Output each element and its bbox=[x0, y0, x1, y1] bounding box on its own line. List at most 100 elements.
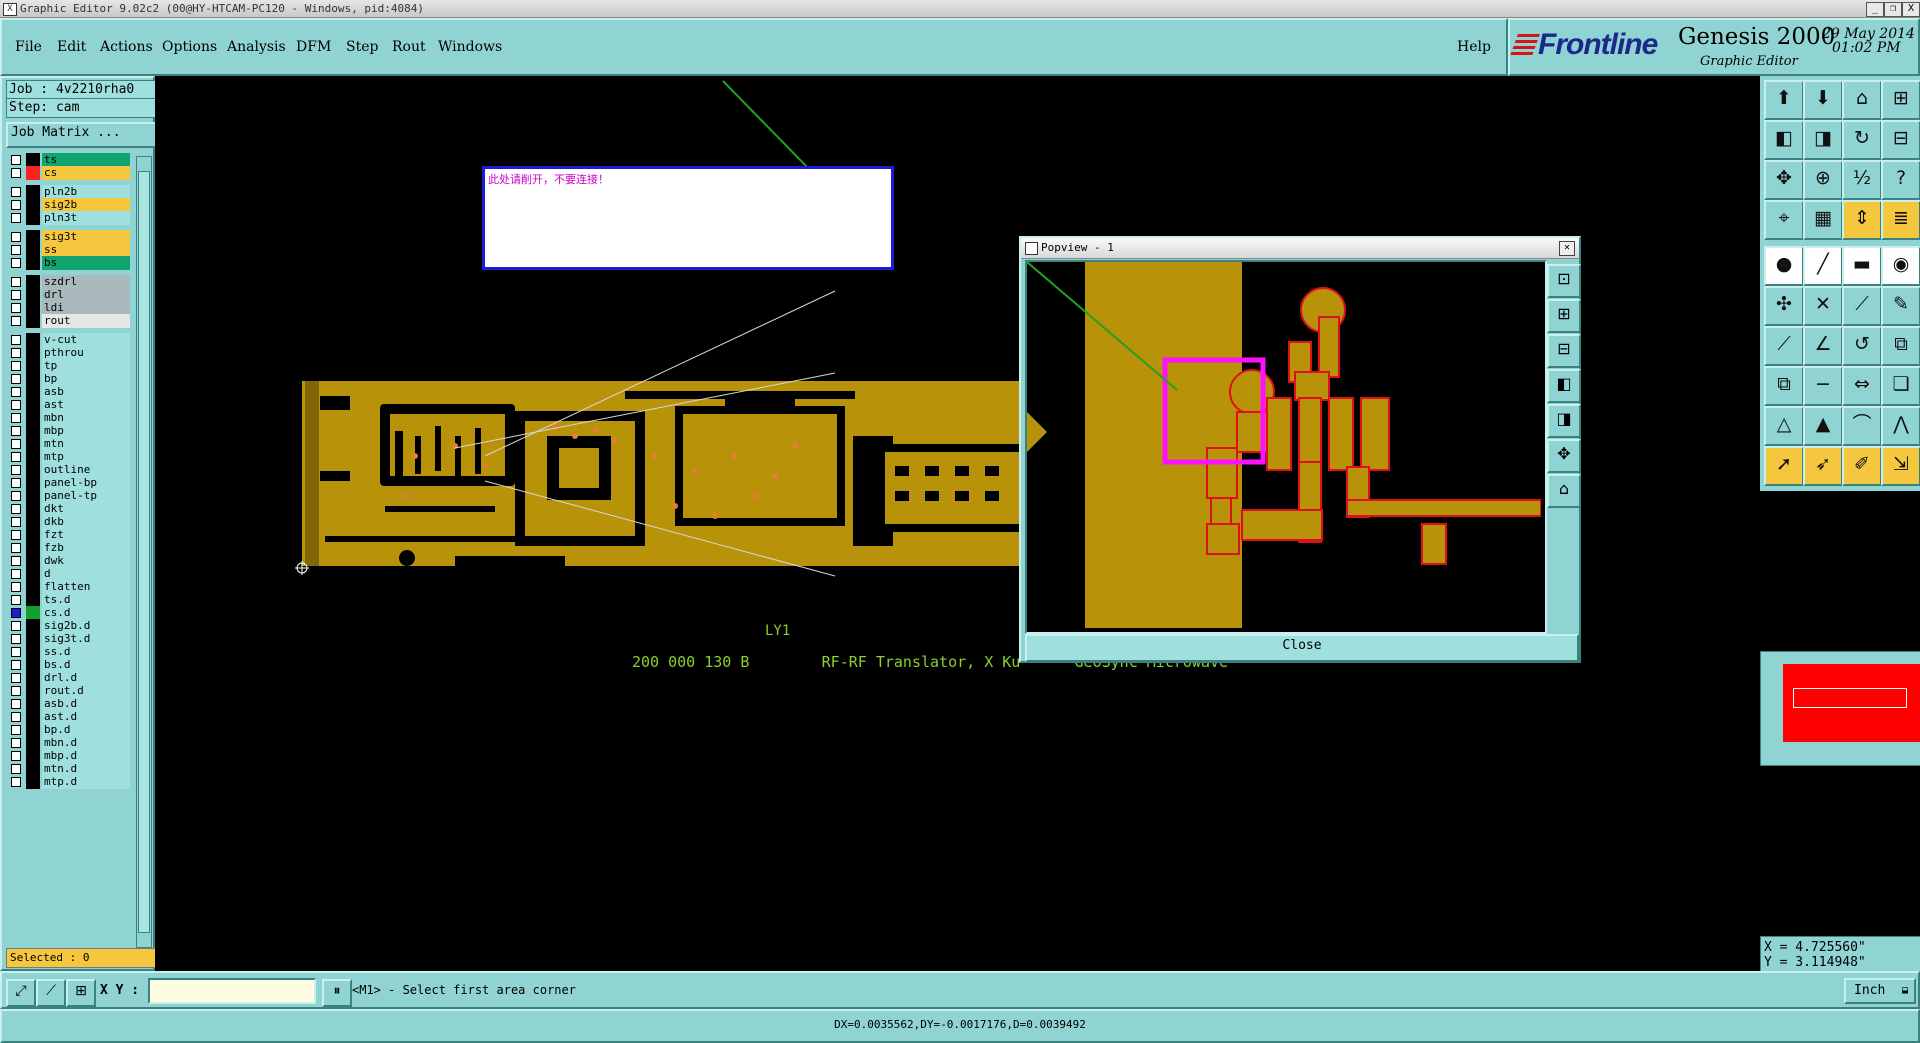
layer-row-pln2b[interactable]: pln2b bbox=[6, 185, 132, 199]
popview-close-button[interactable]: Close bbox=[1025, 634, 1579, 662]
layer-color-swatch[interactable] bbox=[26, 476, 40, 490]
layer-name[interactable]: tp bbox=[42, 359, 130, 373]
layer-row-pln3t[interactable]: pln3t bbox=[6, 211, 132, 225]
pan-left-icon[interactable]: ◧ bbox=[1764, 120, 1804, 160]
layer-name[interactable]: ldi bbox=[42, 301, 130, 315]
layer-checkbox[interactable] bbox=[11, 187, 21, 197]
layer-name[interactable]: cs bbox=[42, 166, 130, 180]
layer-name[interactable]: mtn bbox=[42, 437, 130, 451]
layer-row-dkt[interactable]: dkt bbox=[6, 502, 132, 516]
layer-row-panel-bp[interactable]: panel-bp bbox=[6, 476, 132, 490]
job-matrix-button[interactable]: Job Matrix ... bbox=[6, 122, 159, 148]
menu-file[interactable]: File bbox=[15, 39, 42, 55]
layer-color-swatch[interactable] bbox=[26, 632, 40, 646]
layer-row-bp.d[interactable]: bp.d bbox=[6, 723, 132, 737]
peak-icon[interactable]: ⋀ bbox=[1881, 406, 1920, 446]
layer-row-szdrl[interactable]: szdrl bbox=[6, 275, 132, 289]
minimize-button[interactable]: _ bbox=[1866, 2, 1884, 17]
layer-name[interactable]: rout.d bbox=[42, 684, 130, 698]
layer-checkbox[interactable] bbox=[11, 777, 21, 787]
layer-checkbox[interactable] bbox=[11, 303, 21, 313]
layer-checkbox[interactable] bbox=[11, 400, 21, 410]
layer-row-ts.d[interactable]: ts.d bbox=[6, 593, 132, 607]
zoom-out-icon[interactable]: ⊟ bbox=[1547, 334, 1581, 368]
layer-name[interactable]: d bbox=[42, 567, 130, 581]
layer-row-pthrou[interactable]: pthrou bbox=[6, 346, 132, 360]
layer-checkbox[interactable] bbox=[11, 232, 21, 242]
scale-icon[interactable]: ½ bbox=[1842, 160, 1882, 200]
layer-color-swatch[interactable] bbox=[26, 230, 40, 244]
grid-icon[interactable]: ▦ bbox=[1803, 200, 1843, 240]
layer-row-mtn[interactable]: mtn bbox=[6, 437, 132, 451]
layer-color-swatch[interactable] bbox=[26, 424, 40, 438]
pointer-icon[interactable]: ➚ bbox=[1764, 446, 1804, 486]
layer-name[interactable]: asb bbox=[42, 385, 130, 399]
layer-checkbox[interactable] bbox=[11, 738, 21, 748]
layer-row-sig2b[interactable]: sig2b bbox=[6, 198, 132, 212]
layer-color-swatch[interactable] bbox=[26, 710, 40, 724]
layer-checkbox[interactable] bbox=[11, 155, 21, 165]
layers-icon[interactable]: ≣ bbox=[1881, 200, 1920, 240]
layer-checkbox[interactable] bbox=[11, 530, 21, 540]
layer-checkbox[interactable] bbox=[11, 335, 21, 345]
layer-row-mtp[interactable]: mtp bbox=[6, 450, 132, 464]
layer-row-tp[interactable]: tp bbox=[6, 359, 132, 373]
layer-row-sig3t.d[interactable]: sig3t.d bbox=[6, 632, 132, 646]
layer-color-swatch[interactable] bbox=[26, 658, 40, 672]
layer-row-drl.d[interactable]: drl.d bbox=[6, 671, 132, 685]
grid-button[interactable]: ⊞ bbox=[66, 979, 96, 1007]
layer-row-cs[interactable]: cs bbox=[6, 166, 132, 180]
layer-checkbox[interactable] bbox=[11, 200, 21, 210]
layer-color-swatch[interactable] bbox=[26, 580, 40, 594]
zoom-out-icon[interactable]: ⬇ bbox=[1803, 80, 1843, 120]
circle-icon[interactable]: ◉ bbox=[1881, 246, 1920, 286]
layer-color-swatch[interactable] bbox=[26, 463, 40, 477]
layer-name[interactable]: mbn bbox=[42, 411, 130, 425]
layer-checkbox[interactable] bbox=[11, 751, 21, 761]
popview-title-bar[interactable]: Popview - 1 ✕ bbox=[1021, 238, 1579, 259]
scrollbar-thumb[interactable] bbox=[138, 171, 150, 933]
slot-icon[interactable]: ▬ bbox=[1842, 246, 1882, 286]
layer-checkbox[interactable] bbox=[11, 374, 21, 384]
mini-map[interactable] bbox=[1760, 651, 1920, 766]
menu-analysis[interactable]: Analysis bbox=[227, 39, 286, 55]
layer-row-asb.d[interactable]: asb.d bbox=[6, 697, 132, 711]
layer-row-dwk[interactable]: dwk bbox=[6, 554, 132, 568]
layer-checkbox[interactable] bbox=[11, 764, 21, 774]
layer-color-swatch[interactable] bbox=[26, 288, 40, 302]
layer-color-swatch[interactable] bbox=[26, 198, 40, 212]
layer-row-flatten[interactable]: flatten bbox=[6, 580, 132, 594]
menu-actions[interactable]: Actions bbox=[100, 39, 153, 55]
layer-checkbox[interactable] bbox=[11, 168, 21, 178]
layer-color-swatch[interactable] bbox=[26, 502, 40, 516]
layer-row-cs.d[interactable]: cs.d bbox=[6, 606, 132, 620]
layer-checkbox[interactable] bbox=[11, 556, 21, 566]
maximize-button[interactable]: ❐ bbox=[1884, 2, 1902, 17]
comment-note[interactable]: 此处请削开，不要连接！ bbox=[482, 166, 894, 270]
layer-name[interactable]: mtn.d bbox=[42, 762, 130, 776]
layer-color-swatch[interactable] bbox=[26, 166, 40, 180]
layer-row-bp[interactable]: bp bbox=[6, 372, 132, 386]
layer-checkbox[interactable] bbox=[11, 277, 21, 287]
layer-checkbox[interactable] bbox=[11, 686, 21, 696]
layer-checkbox[interactable] bbox=[11, 634, 21, 644]
layer-checkbox[interactable] bbox=[11, 517, 21, 527]
measure-button[interactable]: ⟋ bbox=[36, 979, 66, 1007]
layer-row-asb[interactable]: asb bbox=[6, 385, 132, 399]
layer-color-swatch[interactable] bbox=[26, 671, 40, 685]
zoom-in-icon[interactable]: ⬆ bbox=[1764, 80, 1804, 120]
layer-color-swatch[interactable] bbox=[26, 385, 40, 399]
layer-checkbox[interactable] bbox=[11, 569, 21, 579]
layer-color-swatch[interactable] bbox=[26, 243, 40, 257]
pan-left-icon[interactable]: ◧ bbox=[1547, 369, 1581, 403]
layer-checkbox[interactable] bbox=[11, 660, 21, 670]
net-icon[interactable]: ✣ bbox=[1764, 286, 1804, 326]
arch-icon[interactable]: ⌒ bbox=[1842, 406, 1882, 446]
layer-row-outline[interactable]: outline bbox=[6, 463, 132, 477]
layer-color-swatch[interactable] bbox=[26, 619, 40, 633]
layer-name[interactable]: mbn.d bbox=[42, 736, 130, 750]
pan-right-icon[interactable]: ◨ bbox=[1803, 120, 1843, 160]
layer-checkbox[interactable] bbox=[11, 258, 21, 268]
nudge-icon[interactable]: ⇲ bbox=[1881, 446, 1920, 486]
layer-color-swatch[interactable] bbox=[26, 749, 40, 763]
